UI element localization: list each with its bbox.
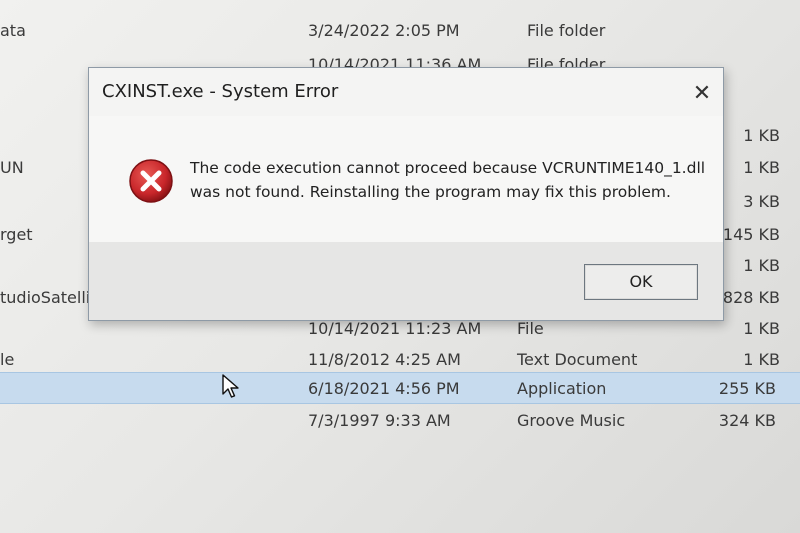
file-type: Application [517,379,607,398]
file-date: 10/14/2021 11:23 AM [308,319,482,338]
file-type: Text Document [517,350,638,369]
error-message: The code execution cannot proceed becaus… [190,156,705,204]
file-row-selected[interactable]: 6/18/2021 4:56 PM Application 255 KB [0,372,800,404]
file-row[interactable]: ata 3/24/2022 2:05 PM File folder [0,16,800,46]
file-name: le [0,350,15,369]
error-message-line-2: was not found. Reinstalling the program … [190,183,671,201]
file-date: 3/24/2022 2:05 PM [308,21,460,40]
ok-button[interactable]: OK [584,264,698,300]
file-name: UN [0,158,24,177]
system-error-dialog: CXINST.exe - System Error ✕ The code exe… [88,67,724,321]
file-size: 255 KB [718,379,776,398]
file-size: 1 KB [743,126,780,145]
file-size: 1 KB [743,158,780,177]
file-size: 3 KB [743,192,780,211]
file-size: 1 KB [743,319,780,338]
file-size: 324 KB [718,411,776,430]
error-icon [129,159,173,203]
file-size: 1 KB [743,256,780,275]
dialog-content: The code execution cannot proceed becaus… [89,116,723,242]
file-row[interactable]: le 11/8/2012 4:25 AM Text Document 1 KB [0,345,800,375]
file-date: 6/18/2021 4:56 PM [308,379,460,398]
file-date: 11/8/2012 4:25 AM [308,350,461,369]
file-type: File folder [527,21,606,40]
file-size: 1 KB [743,350,780,369]
close-button[interactable]: ✕ [687,80,717,108]
mouse-cursor-icon [222,374,239,398]
file-name: tudioSatellit [0,288,97,307]
error-message-line-1: The code execution cannot proceed becaus… [190,159,706,177]
file-size: 145 KB [722,225,780,244]
file-name: ata [0,21,26,40]
file-date: 7/3/1997 9:33 AM [308,411,451,430]
file-name: rget [0,225,33,244]
dialog-titlebar[interactable]: CXINST.exe - System Error ✕ [89,68,723,116]
file-type: File [517,319,544,338]
file-row[interactable]: 7/3/1997 9:33 AM Groove Music 324 KB [0,406,800,436]
file-type: Groove Music [517,411,626,430]
dialog-title: CXINST.exe - System Error [102,81,339,102]
